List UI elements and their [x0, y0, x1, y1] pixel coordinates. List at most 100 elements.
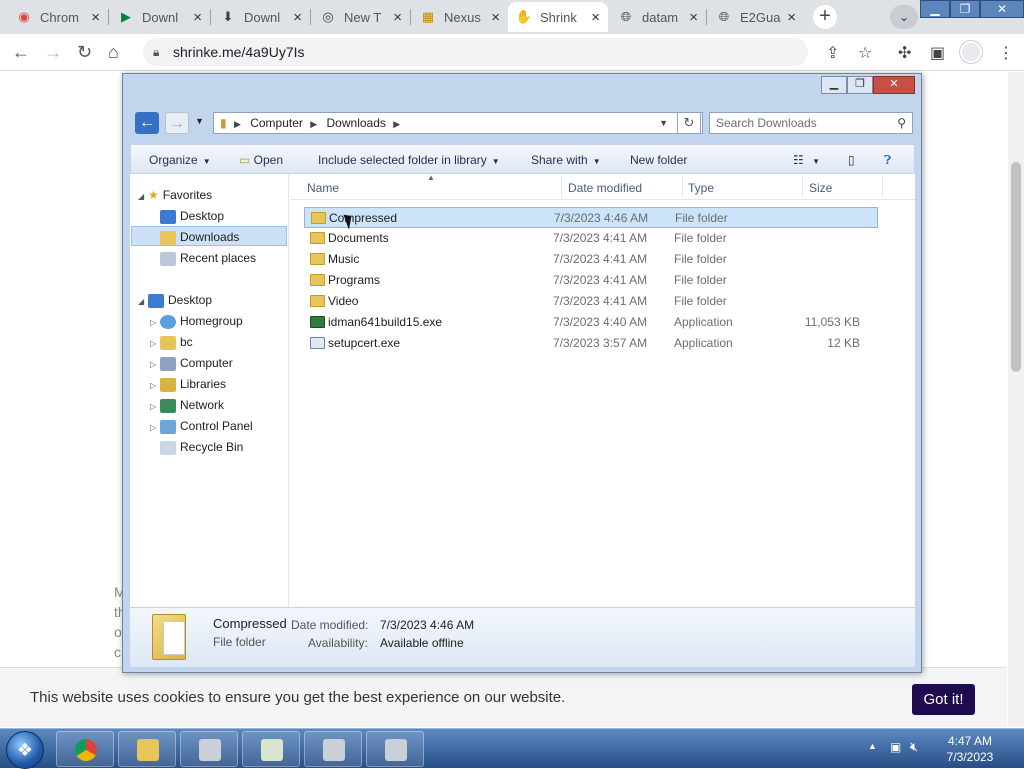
explorer-search-input[interactable]: Search Downloads ⚲ [709, 112, 913, 134]
view-options-icon[interactable]: ☷ ▼ [793, 153, 820, 167]
taskbar-app[interactable] [242, 731, 300, 767]
nav-item-favorites[interactable]: ◢ ★ Favorites [138, 185, 212, 205]
explorer-minimize-button[interactable]: ▁ [821, 76, 847, 94]
explorer-address-bar[interactable]: ▮ ▶ Computer ▶ Downloads ▶ ▼ [213, 112, 703, 134]
help-icon[interactable]: ❓︎ [884, 153, 891, 168]
table-row[interactable]: Documents 7/3/2023 4:41 AM File folder [304, 228, 878, 249]
nav-item-bc[interactable]: ▷ bc [150, 332, 193, 352]
start-button[interactable]: ❖ [6, 731, 44, 769]
preview-pane-icon[interactable]: ▯ [848, 153, 855, 167]
column-header-size[interactable]: Size [809, 181, 832, 195]
browser-tab-4[interactable]: ▦ Nexus × [412, 2, 508, 32]
taskbar-clock[interactable]: 4:47 AM 7/3/2023 [927, 733, 1013, 765]
volume-muted-icon[interactable]: 🔇︎ [910, 739, 918, 755]
close-icon[interactable]: × [193, 9, 202, 26]
browser-tab-5-active[interactable]: ✋ Shrink × [508, 2, 608, 32]
explorer-close-button[interactable]: ✕ [873, 76, 915, 94]
close-icon[interactable]: × [689, 9, 698, 26]
taskbar-installer-1[interactable] [180, 731, 238, 767]
nav-item-network[interactable]: ▷ Network [150, 395, 224, 415]
star-icon[interactable]: ☆ [858, 43, 872, 63]
column-header-date[interactable]: Date modified [568, 181, 642, 195]
maximize-button[interactable]: ❐ [950, 0, 980, 18]
network-icon[interactable]: ▣ [890, 740, 901, 754]
browser-tab-1[interactable]: ▶ Downl × [110, 2, 210, 32]
nav-item-control-panel[interactable]: ▷ Control Panel [150, 416, 253, 436]
nav-item-downloads[interactable]: Downloads [131, 226, 287, 246]
side-panel-icon[interactable]: ▣ [930, 43, 945, 63]
nav-item-libraries[interactable]: ▷ Libraries [150, 374, 226, 394]
table-row[interactable]: Programs 7/3/2023 4:41 AM File folder [304, 270, 878, 291]
chevron-right-icon[interactable]: ▶ [393, 119, 400, 129]
breadcrumb-computer[interactable]: Computer [250, 116, 303, 130]
home-icon[interactable]: ⌂ [108, 42, 119, 63]
explorer-maximize-button[interactable]: ❐ [847, 76, 873, 94]
address-dropdown-icon[interactable]: ▼ [659, 113, 668, 133]
explorer-forward-button[interactable]: → [165, 112, 189, 134]
column-divider[interactable] [682, 176, 683, 198]
share-icon[interactable]: ⇪ [826, 43, 839, 63]
page-scrollbar[interactable] [1008, 72, 1024, 727]
close-icon[interactable]: × [491, 9, 500, 26]
scrollbar-thumb[interactable] [1011, 162, 1021, 372]
new-tab-button[interactable]: + [813, 5, 837, 29]
avatar[interactable] [960, 41, 982, 63]
reload-icon[interactable]: ↻ [77, 42, 92, 63]
table-row[interactable]: setupcert.exe 7/3/2023 3:57 AM Applicati… [304, 333, 878, 354]
minimize-button[interactable]: ▁ [920, 0, 950, 18]
browser-tab-3[interactable]: ◎ New T × [312, 2, 410, 32]
got-it-button[interactable]: Got it! [912, 684, 975, 715]
include-in-library-button[interactable]: Include selected folder in library ▼ [318, 153, 500, 167]
expand-triangle-icon[interactable]: ▷ [150, 334, 160, 354]
share-with-button[interactable]: Share with ▼ [531, 153, 601, 167]
close-icon[interactable]: × [293, 9, 302, 26]
table-row[interactable]: Compressed 7/3/2023 4:46 AM File folder [304, 207, 878, 228]
breadcrumb-downloads[interactable]: Downloads [327, 116, 386, 130]
open-button[interactable]: ▭ Open [239, 153, 283, 167]
chevron-right-icon[interactable]: ▶ [310, 119, 317, 129]
column-divider[interactable] [802, 176, 803, 198]
explorer-refresh-button[interactable]: ↻ [677, 112, 701, 134]
extensions-icon[interactable]: ✣ [898, 43, 911, 63]
show-hidden-icons-icon[interactable]: ▲ [868, 741, 877, 751]
search-icon[interactable]: ⚲ [897, 113, 906, 133]
browser-tab-6[interactable]: 🌐︎ datam × [610, 2, 706, 32]
close-window-button[interactable]: ✕ [980, 0, 1024, 18]
forward-arrow-icon[interactable]: → [44, 42, 62, 63]
expand-triangle-icon[interactable]: ▷ [150, 313, 160, 333]
address-bar[interactable]: 🔒︎ shrinke.me/4a9Uy7Is [143, 38, 808, 66]
nav-item-homegroup[interactable]: ▷ Homegroup [150, 311, 243, 331]
expand-triangle-icon[interactable]: ▷ [150, 418, 160, 438]
expand-triangle-icon[interactable]: ◢ [138, 187, 148, 207]
close-icon[interactable]: × [787, 9, 796, 26]
more-menu-icon[interactable]: ⋮ [998, 43, 1014, 63]
browser-tab-2[interactable]: ⬇ Downl × [212, 2, 310, 32]
table-row[interactable]: Video 7/3/2023 4:41 AM File folder [304, 291, 878, 312]
tab-search-button[interactable]: ⌄ [890, 5, 918, 29]
back-arrow-icon[interactable]: ← [12, 42, 30, 63]
organize-button[interactable]: Organize ▼ [149, 153, 211, 167]
expand-triangle-icon[interactable]: ▷ [150, 376, 160, 396]
taskbar-installer-3[interactable] [366, 731, 424, 767]
column-header-name[interactable]: Name [307, 181, 339, 195]
taskbar-installer-2[interactable] [304, 731, 362, 767]
expand-triangle-icon[interactable]: ▷ [150, 397, 160, 417]
close-icon[interactable]: × [91, 9, 100, 26]
expand-triangle-icon[interactable]: ▷ [150, 355, 160, 375]
column-divider[interactable] [882, 176, 883, 198]
nav-item-desktop-favorite[interactable]: Desktop [160, 206, 224, 226]
column-header-type[interactable]: Type [688, 181, 714, 195]
table-row[interactable]: idman641build15.exe 7/3/2023 4:40 AM App… [304, 312, 878, 333]
nav-item-recycle-bin[interactable]: Recycle Bin [160, 437, 243, 457]
close-icon[interactable]: × [591, 9, 600, 26]
taskbar-explorer[interactable] [118, 731, 176, 767]
close-icon[interactable]: × [393, 9, 402, 26]
nav-item-desktop[interactable]: ◢ Desktop [138, 290, 212, 310]
taskbar-chrome[interactable] [56, 731, 114, 767]
column-divider[interactable] [561, 176, 562, 198]
nav-item-computer[interactable]: ▷ Computer [150, 353, 233, 373]
expand-triangle-icon[interactable]: ◢ [138, 292, 148, 312]
chevron-right-icon[interactable]: ▶ [234, 119, 241, 129]
new-folder-button[interactable]: New folder [630, 153, 687, 167]
browser-tab-7[interactable]: 🌐︎ E2Gua × [708, 2, 804, 32]
